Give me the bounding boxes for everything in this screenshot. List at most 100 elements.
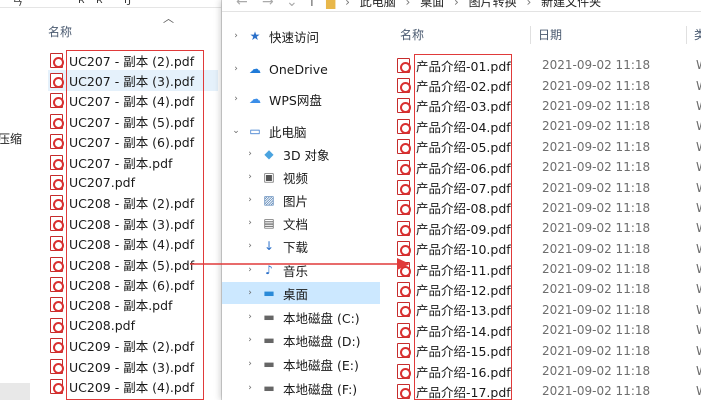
- chevron-right-icon[interactable]: ›: [244, 265, 256, 275]
- nav-item-label: 文档: [283, 216, 309, 232]
- nav-item[interactable]: › ♪ 音乐: [222, 259, 380, 281]
- column-header-date[interactable]: 日期: [538, 26, 562, 43]
- file-date: 2021-09-02 11:18: [542, 58, 651, 73]
- file-row[interactable]: UC208 - 副本 (4).pdf: [48, 234, 218, 254]
- file-row[interactable]: 产品介绍-08.pdf 2021-09-02 11:18 W: [392, 198, 701, 218]
- file-date: 2021-09-02 11:18: [542, 262, 651, 277]
- column-divider[interactable]: [530, 26, 531, 44]
- chevron-right-icon[interactable]: ›: [244, 195, 256, 205]
- file-row[interactable]: 产品介绍-07.pdf 2021-09-02 11:18 W: [392, 177, 701, 197]
- file-row[interactable]: 产品介绍-04.pdf 2021-09-02 11:18 W: [392, 116, 701, 136]
- nav-item[interactable]: › ▬ 本地磁盘 (F:): [222, 377, 380, 399]
- file-name: UC207 - 副本 (4).pdf: [69, 94, 195, 110]
- nav-item[interactable]: ⌄ ▭ 此电脑: [222, 120, 380, 142]
- file-row[interactable]: 产品介绍-15.pdf 2021-09-02 11:18 W: [392, 340, 701, 360]
- chevron-down-icon[interactable]: ⌄: [230, 126, 242, 136]
- file-name: 产品介绍-05.pdf: [416, 140, 511, 156]
- file-row[interactable]: 产品介绍-06.pdf 2021-09-02 11:18 W: [392, 157, 701, 177]
- nav-item[interactable]: › ▬ 本地磁盘 (C:): [222, 306, 380, 328]
- file-name: UC209 - 副本 (4).pdf: [69, 379, 195, 395]
- nav-item[interactable]: › ☁ OneDrive: [222, 58, 380, 80]
- nav-item[interactable]: › ▬ 本地磁盘 (E:): [222, 353, 380, 375]
- file-row[interactable]: UC208.pdf: [48, 315, 218, 335]
- file-row[interactable]: 产品介绍-11.pdf 2021-09-02 11:18 W: [392, 259, 701, 279]
- chevron-right-icon[interactable]: ›: [244, 241, 256, 251]
- file-row[interactable]: UC209 - 副本 (2).pdf: [48, 335, 218, 355]
- download-icon: ↓: [263, 239, 275, 253]
- file-row[interactable]: UC207 - 副本 (3).pdf: [48, 70, 218, 91]
- file-row[interactable]: UC207.pdf: [48, 172, 218, 192]
- chevron-right-icon[interactable]: ›: [244, 288, 256, 298]
- file-row[interactable]: 产品介绍-01.pdf 2021-09-02 11:18 W: [392, 55, 701, 75]
- up-arrow-icon[interactable]: ↑: [306, 0, 318, 10]
- chevron-right-icon[interactable]: ›: [230, 64, 242, 74]
- chevron-right-icon[interactable]: ›: [244, 359, 256, 369]
- file-row[interactable]: 产品介绍-02.pdf 2021-09-02 11:18 W: [392, 75, 701, 95]
- file-name: 产品介绍-14.pdf: [416, 323, 511, 339]
- file-row[interactable]: UC207 - 副本 (2).pdf: [48, 50, 218, 70]
- nav-item[interactable]: › ★ 快速访问: [222, 25, 380, 47]
- nav-item[interactable]: › ▣ 视频: [222, 166, 380, 188]
- file-name: 产品介绍-07.pdf: [416, 181, 511, 197]
- column-header-type[interactable]: 类: [694, 26, 701, 43]
- nav-item[interactable]: › ◆ 3D 对象: [222, 143, 380, 165]
- file-row[interactable]: UC209 - 副本 (4).pdf: [48, 376, 218, 396]
- recent-chevron-icon[interactable]: ⌄: [286, 0, 298, 10]
- breadcrumb-item[interactable]: 此电脑: [360, 0, 396, 9]
- breadcrumb-item[interactable]: 新建文件夹: [541, 0, 601, 9]
- file-row[interactable]: UC207 - 副本 (4).pdf: [48, 91, 218, 111]
- file-date: 2021-09-02 11:18: [542, 384, 651, 399]
- nav-item[interactable]: › ↓ 下载: [222, 235, 380, 257]
- file-row[interactable]: UC208 - 副本.pdf: [48, 295, 218, 315]
- chevron-right-icon[interactable]: ›: [244, 218, 256, 228]
- file-row[interactable]: 产品介绍-14.pdf 2021-09-02 11:18 W: [392, 320, 701, 340]
- file-row[interactable]: UC208 - 副本 (6).pdf: [48, 274, 218, 294]
- chevron-right-icon[interactable]: ›: [230, 94, 242, 104]
- column-divider[interactable]: [686, 26, 687, 44]
- pdf-file-icon: [397, 200, 411, 216]
- file-name: 产品介绍-06.pdf: [416, 160, 511, 176]
- breadcrumb-item[interactable]: 桌面: [420, 0, 444, 9]
- chevron-right-icon[interactable]: ›: [244, 172, 256, 182]
- file-row[interactable]: UC207 - 副本 (6).pdf: [48, 132, 218, 152]
- left-status-strip: [0, 383, 30, 400]
- chevron-right-icon[interactable]: ›: [244, 312, 256, 322]
- file-row[interactable]: 产品介绍-09.pdf 2021-09-02 11:18 W: [392, 218, 701, 238]
- file-row[interactable]: 产品介绍-05.pdf 2021-09-02 11:18 W: [392, 137, 701, 157]
- nav-item[interactable]: › ▬ 桌面: [222, 282, 380, 304]
- chevron-right-icon[interactable]: ›: [244, 149, 256, 159]
- file-row[interactable]: UC208 - 副本 (3).pdf: [48, 213, 218, 233]
- file-row[interactable]: 产品介绍-10.pdf 2021-09-02 11:18 W: [392, 239, 701, 259]
- chevron-right-icon[interactable]: ›: [244, 383, 256, 393]
- pdf-file-icon: [50, 215, 64, 231]
- chevron-right-icon[interactable]: ›: [230, 31, 242, 41]
- nav-item[interactable]: › ☁ WPS网盘: [222, 88, 380, 110]
- nav-item-label: 图片: [283, 193, 309, 209]
- nav-item[interactable]: › ▬ 本地磁盘 (D:): [222, 329, 380, 351]
- file-row[interactable]: UC208 - 副本 (5).pdf: [48, 254, 218, 274]
- nav-item[interactable]: › ▤ 文档: [222, 212, 380, 234]
- file-row[interactable]: 产品介绍-03.pdf 2021-09-02 11:18 W: [392, 96, 701, 116]
- nav-item-label: 本地磁盘 (F:): [283, 381, 358, 397]
- column-header-name[interactable]: 名称: [400, 26, 424, 43]
- column-header-name[interactable]: 名称: [48, 23, 72, 40]
- file-row[interactable]: UC207 - 副本 (5).pdf: [48, 111, 218, 131]
- nav-item[interactable]: › ▨ 图片: [222, 189, 380, 211]
- file-row[interactable]: 产品介绍-13.pdf 2021-09-02 11:18 W: [392, 300, 701, 320]
- breadcrumb-item[interactable]: 图片转换: [469, 0, 517, 9]
- pdf-file-icon: [397, 78, 411, 94]
- file-row[interactable]: 产品介绍-12.pdf 2021-09-02 11:18 W: [392, 279, 701, 299]
- forward-arrow-icon[interactable]: →: [262, 0, 274, 10]
- file-type: W: [696, 181, 701, 195]
- file-row[interactable]: UC209 - 副本 (3).pdf: [48, 356, 218, 376]
- file-row[interactable]: UC208 - 副本 (2).pdf: [48, 193, 218, 213]
- pdf-file-icon: [50, 358, 64, 374]
- breadcrumb[interactable]: ▇ › 此电脑 › 桌面 › 图片转换 › 新建文件夹: [326, 0, 607, 10]
- back-arrow-icon[interactable]: ←: [236, 0, 248, 10]
- address-bar[interactable]: ← → ⌄ ↑ ▇ › 此电脑 › 桌面 › 图片转换 › 新建文件夹: [222, 0, 701, 12]
- file-row[interactable]: 产品介绍-17.pdf 2021-09-02 11:18 W: [392, 381, 701, 400]
- file-row[interactable]: UC207 - 副本.pdf: [48, 152, 218, 172]
- file-row[interactable]: 产品介绍-16.pdf 2021-09-02 11:18 W: [392, 361, 701, 381]
- chevron-right-icon[interactable]: ›: [244, 335, 256, 345]
- file-name: UC208 - 副本 (5).pdf: [69, 257, 195, 273]
